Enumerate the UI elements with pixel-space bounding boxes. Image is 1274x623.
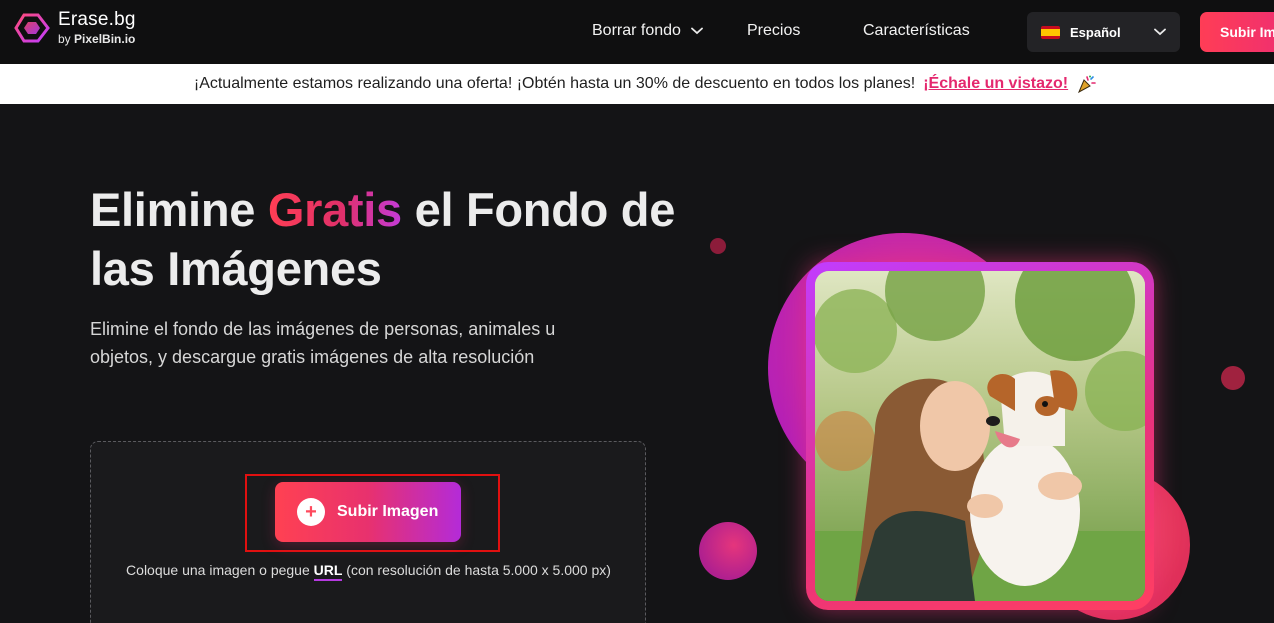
brand-by-name: PixelBin.io <box>74 32 136 46</box>
decorative-bubble <box>710 238 726 254</box>
hero-title-part1: Elimine <box>90 183 268 236</box>
hero-image-woman-with-dog <box>815 271 1145 601</box>
top-nav: Erase.bg by PixelBin.io Borrar fondo Pre… <box>0 0 1274 64</box>
upload-button-label: Subir Imagen <box>337 503 439 520</box>
plus-icon: + <box>297 498 325 526</box>
nav-item-label: Características <box>863 22 970 39</box>
language-selector[interactable]: Español <box>1027 12 1180 52</box>
offer-link[interactable]: ¡Échale un vistazo! <box>923 75 1068 93</box>
chevron-down-icon <box>691 27 703 35</box>
paste-url-link[interactable]: URL <box>313 562 343 581</box>
hero-photo-illustration <box>815 271 1145 601</box>
party-popper-icon <box>1078 75 1096 94</box>
brand-byline: by PixelBin.io <box>58 33 136 45</box>
nav-item-label: Borrar fondo <box>592 22 681 39</box>
upload-hint-after: (con resolución de hasta 5.000 x 5.000 p… <box>342 562 611 578</box>
hero-title: Elimine Gratis el Fondo de las Imágenes <box>90 180 690 298</box>
spain-flag-icon <box>1041 25 1060 39</box>
erase-bg-logo-icon <box>14 13 50 42</box>
offer-banner: ¡Actualmente estamos realizando una ofer… <box>0 64 1274 104</box>
decorative-bubble <box>1221 366 1245 390</box>
nav-item-precios[interactable]: Precios <box>747 22 800 40</box>
nav-item-caracteristicas[interactable]: Características <box>863 22 970 40</box>
upload-image-button[interactable]: + Subir Imagen <box>275 482 461 542</box>
brand-by-prefix: by <box>58 32 71 46</box>
nav-item-borrar-fondo[interactable]: Borrar fondo <box>592 22 703 40</box>
chevron-down-icon <box>1154 28 1166 36</box>
hero-image-frame <box>806 262 1154 610</box>
hero-title-highlight: Gratis <box>267 183 402 236</box>
page: Erase.bg by PixelBin.io Borrar fondo Pre… <box>0 0 1274 623</box>
hero-subtitle: Elimine el fondo de las imágenes de pers… <box>90 319 556 367</box>
brand-title: Erase.bg <box>58 9 136 30</box>
language-label: Español <box>1070 24 1121 40</box>
nav-item-label: Precios <box>747 22 801 39</box>
upload-hint: Coloque una imagen o pegue URL (con reso… <box>116 556 621 585</box>
nav-upload-button[interactable]: Subir Imagen <box>1200 12 1274 52</box>
logo[interactable]: Erase.bg by PixelBin.io <box>14 10 136 45</box>
upload-hint-before: Coloque una imagen o pegue <box>126 562 314 578</box>
offer-text: ¡Actualmente estamos realizando una ofer… <box>193 75 916 92</box>
decorative-bubble <box>699 522 757 580</box>
